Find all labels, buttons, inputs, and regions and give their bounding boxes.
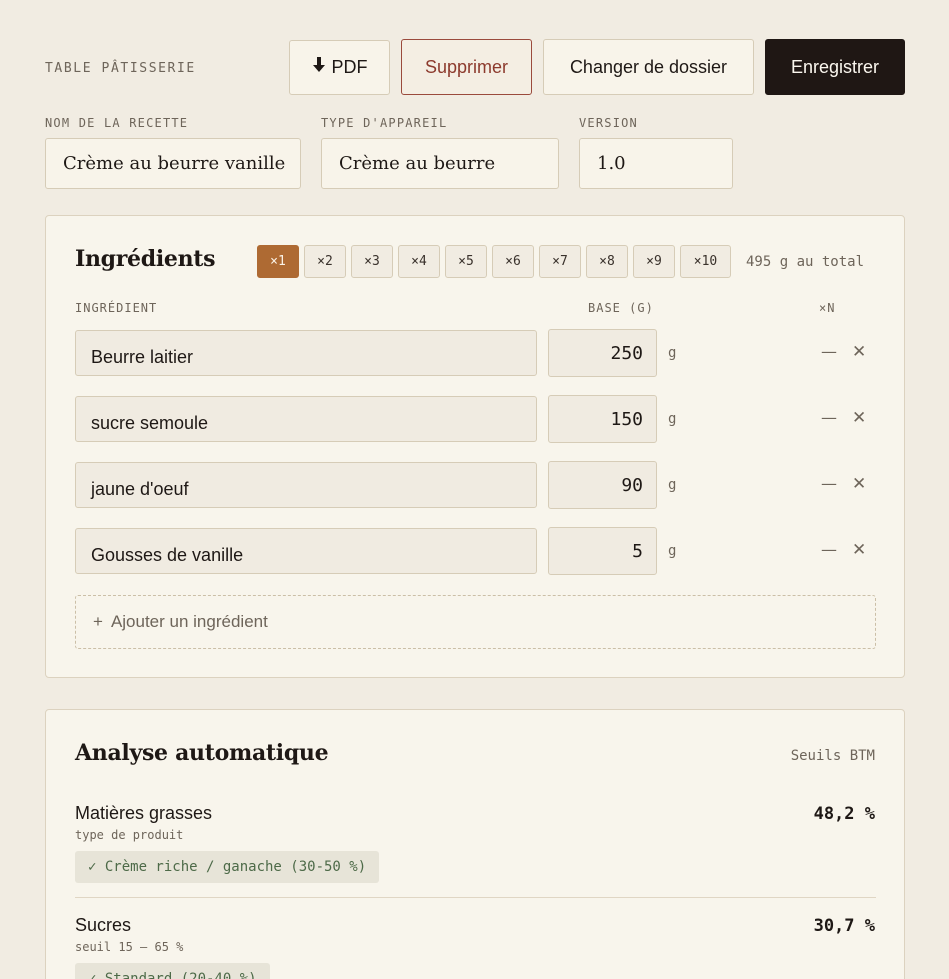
- ingredient-unit: g: [668, 345, 677, 361]
- version-input[interactable]: 1.0: [579, 138, 733, 189]
- metric-name: Matières grasses: [75, 803, 213, 823]
- close-icon[interactable]: ✕: [852, 408, 866, 428]
- col-base: BASE (G): [588, 301, 654, 315]
- col-multiplier: ×N: [819, 301, 836, 315]
- change-folder-button[interactable]: Changer de dossier: [543, 39, 754, 95]
- ingredient-name-input[interactable]: Beurre laitier: [75, 330, 537, 376]
- save-button[interactable]: Enregistrer: [765, 39, 905, 95]
- ingredient-qty-input[interactable]: 5: [548, 527, 657, 575]
- type-label: TYPE D'APPAREIL: [321, 116, 448, 130]
- status-badge: ✓ Standard (20-40 %): [75, 963, 270, 979]
- pdf-label: PDF: [331, 57, 368, 77]
- multiplier-button[interactable]: ×3: [351, 245, 393, 278]
- total-weight: 495 g au total: [746, 254, 865, 270]
- multiplier-button[interactable]: ×5: [445, 245, 487, 278]
- recipe-name-input[interactable]: Crème au beurre vanille: [45, 138, 301, 189]
- ingredient-qty-input[interactable]: 90: [548, 461, 657, 509]
- metric-value: 48,2 %: [813, 804, 875, 824]
- col-ingredient: INGRÉDIENT: [75, 301, 158, 315]
- close-icon[interactable]: ✕: [852, 342, 866, 362]
- ingredient-unit: g: [668, 477, 677, 493]
- ingredient-unit: g: [668, 411, 677, 427]
- metric-sub: seuil 15 – 65 %: [75, 940, 184, 954]
- recipe-name-label: NOM DE LA RECETTE: [45, 116, 189, 130]
- plus-icon: +: [93, 612, 103, 631]
- minus-icon[interactable]: —: [821, 474, 837, 493]
- ingredient-name-input[interactable]: jaune d'oeuf: [75, 462, 537, 508]
- ingredients-panel: Ingrédients ×1 ×2 ×3 ×4 ×5 ×6 ×7 ×8 ×9 ×10 495 g …: [45, 215, 905, 678]
- add-ingredient-label: Ajouter un ingrédient: [110, 612, 268, 631]
- ingredient-unit: g: [668, 543, 677, 559]
- ingredient-qty-input[interactable]: 150: [548, 395, 657, 443]
- app-title: TABLE PÂTISSERIE: [45, 61, 196, 76]
- multiplier-button[interactable]: ×2: [304, 245, 346, 278]
- delete-button[interactable]: Supprimer: [401, 39, 532, 95]
- download-icon: [312, 56, 326, 79]
- thresholds-label: Seuils BTM: [790, 748, 875, 764]
- metric-name: Sucres: [75, 915, 132, 935]
- multiplier-button[interactable]: ×10: [680, 245, 731, 278]
- ingredient-name-input[interactable]: sucre semoule: [75, 396, 537, 442]
- minus-icon[interactable]: —: [821, 342, 837, 361]
- version-label: VERSION: [579, 116, 638, 130]
- close-icon[interactable]: ✕: [852, 474, 866, 494]
- multiplier-button[interactable]: ×8: [586, 245, 628, 278]
- multiplier-button[interactable]: ×7: [539, 245, 581, 278]
- divider: [75, 897, 876, 898]
- pdf-button[interactable]: PDF: [289, 40, 390, 95]
- multiplier-button[interactable]: ×1: [257, 245, 299, 278]
- analysis-title: Analyse automatique: [75, 740, 329, 766]
- analysis-panel: Analyse automatique Seuils BTM Matières …: [45, 709, 905, 979]
- metric-sub: type de produit: [75, 828, 184, 842]
- type-input[interactable]: Crème au beurre: [321, 138, 559, 189]
- minus-icon[interactable]: —: [821, 540, 837, 559]
- close-icon[interactable]: ✕: [852, 540, 866, 560]
- status-badge: ✓ Crème riche / ganache (30-50 %): [75, 851, 380, 883]
- metric-value: 30,7 %: [813, 916, 875, 936]
- multiplier-button[interactable]: ×4: [398, 245, 440, 278]
- add-ingredient-button[interactable]: + Ajouter un ingrédient: [75, 595, 876, 649]
- ingredient-name-input[interactable]: Gousses de vanille: [75, 528, 537, 574]
- ingredient-qty-input[interactable]: 250: [548, 329, 657, 377]
- minus-icon[interactable]: —: [821, 408, 837, 427]
- multiplier-button[interactable]: ×9: [633, 245, 675, 278]
- ingredients-title: Ingrédients: [75, 246, 216, 272]
- multiplier-button[interactable]: ×6: [492, 245, 534, 278]
